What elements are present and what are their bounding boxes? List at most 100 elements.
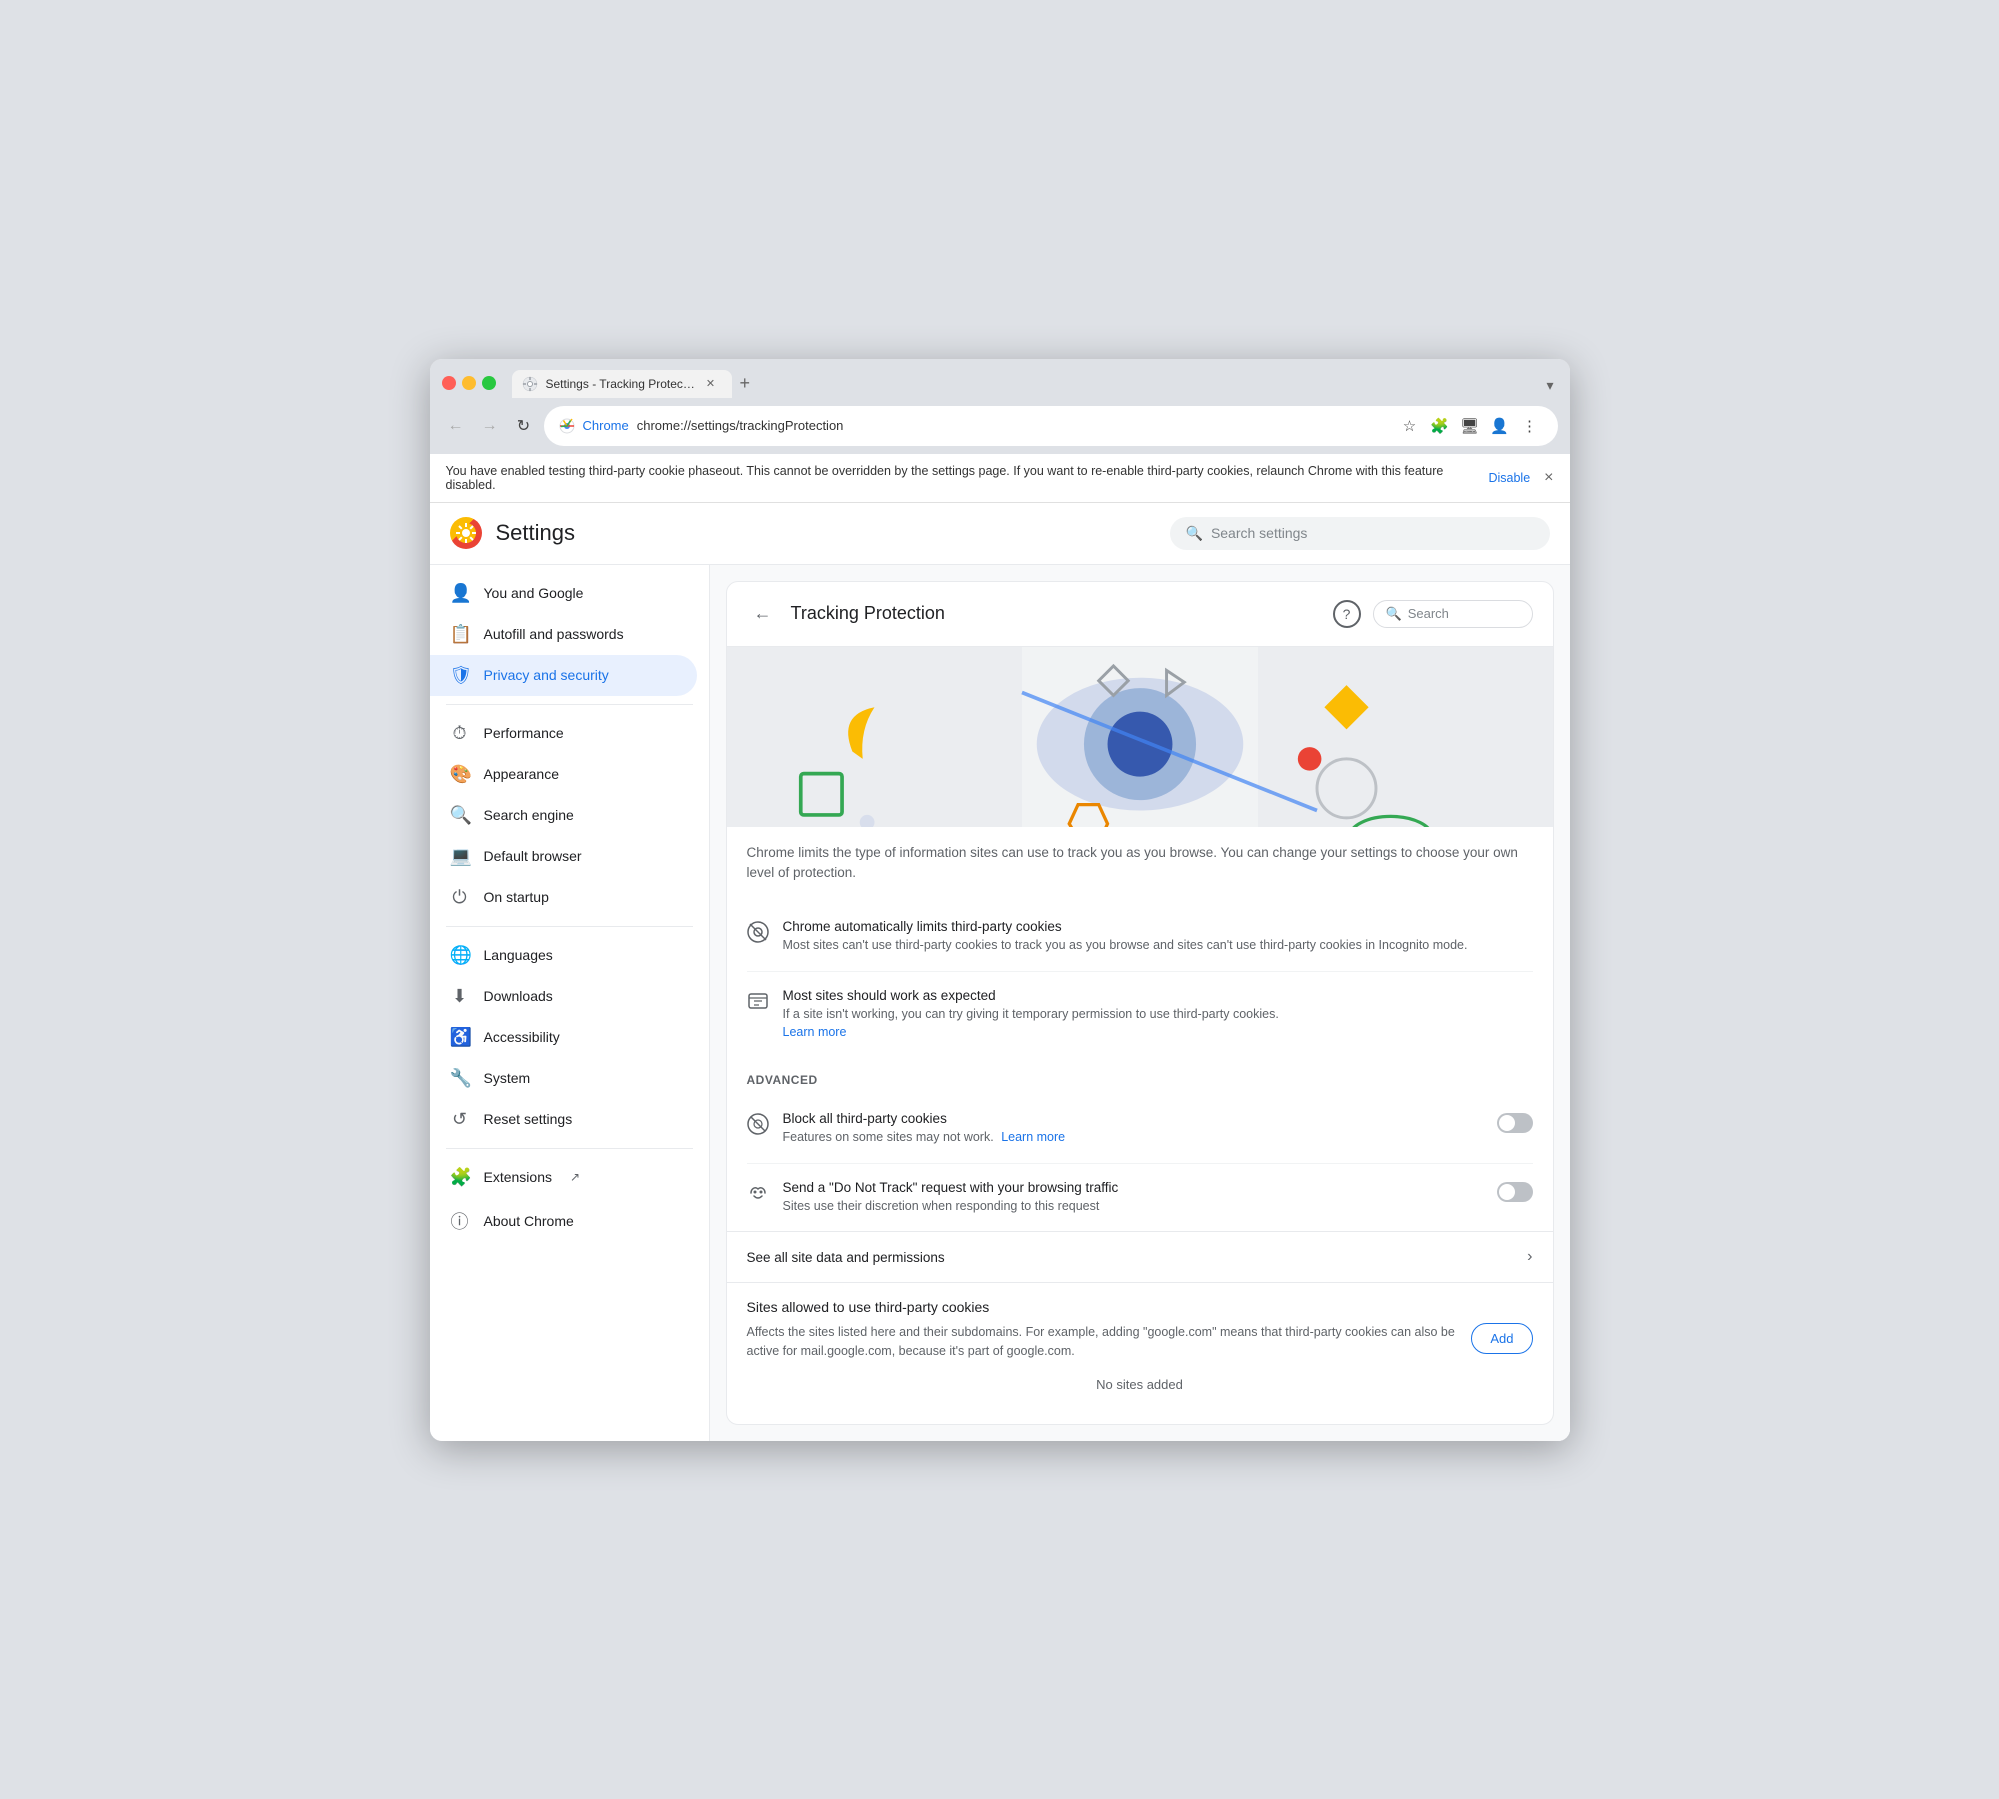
title-bar: Settings - Tracking Protectio ✕ + ▾ xyxy=(430,359,1570,398)
work-expected-desc: If a site isn't working, you can try giv… xyxy=(783,1006,1533,1024)
sidebar-item-default-browser[interactable]: 💻 Default browser xyxy=(430,836,697,877)
performance-icon: ⏱ xyxy=(450,723,470,744)
sidebar-item-appearance[interactable]: 🎨 Appearance xyxy=(430,754,697,795)
sidebar-item-extensions[interactable]: 🧩 Extensions ↗ xyxy=(430,1157,697,1198)
downloads-icon: ⬇ xyxy=(450,986,470,1007)
sidebar-label-reset-settings: Reset settings xyxy=(484,1111,573,1127)
settings-body: 👤 You and Google 📋 Autofill and password… xyxy=(430,565,1570,1441)
auto-limit-text: Chrome automatically limits third-party … xyxy=(783,919,1533,955)
search-engine-icon: 🔍 xyxy=(450,805,470,826)
dnt-item: Send a "Do Not Track" request with your … xyxy=(747,1164,1533,1232)
banner-disable-link[interactable]: Disable xyxy=(1488,471,1530,485)
sidebar-item-autofill[interactable]: 📋 Autofill and passwords xyxy=(430,614,697,655)
about-chrome-icon: ⓘ xyxy=(450,1208,470,1234)
sidebar-item-reset-settings[interactable]: ↺ Reset settings xyxy=(430,1099,697,1140)
maximize-button[interactable] xyxy=(482,376,496,390)
default-browser-icon: 💻 xyxy=(450,846,470,867)
extensions-puzzle-icon[interactable]: 🧩 xyxy=(1427,413,1453,439)
tab-close-button[interactable]: ✕ xyxy=(704,377,718,391)
sidebar-label-about-chrome: About Chrome xyxy=(484,1213,574,1229)
privacy-icon: 🛡 xyxy=(450,665,470,686)
banner-text: You have enabled testing third-party coo… xyxy=(446,464,1483,492)
add-site-button[interactable]: Add xyxy=(1471,1323,1532,1354)
address-icons: ☆ 🧩 🖥 👤 ⋮ xyxy=(1397,413,1543,439)
nav-bar: ← → ↻ Chrome chrome://settings/trackingP… xyxy=(430,398,1570,454)
tracking-description: Chrome limits the type of information si… xyxy=(747,843,1533,884)
work-expected-text: Most sites should work as expected If a … xyxy=(783,988,1533,1042)
settings-search-placeholder: Search settings xyxy=(1211,525,1308,541)
settings-page-title: Settings xyxy=(496,520,576,546)
content-title: Tracking Protection xyxy=(791,603,1321,624)
settings-logo-icon xyxy=(455,522,477,544)
site-data-label: See all site data and permissions xyxy=(747,1250,1528,1265)
menu-icon[interactable]: ⋮ xyxy=(1517,413,1543,439)
sidebar-item-you-and-google[interactable]: 👤 You and Google xyxy=(430,573,697,614)
sidebar-item-accessibility[interactable]: ♿ Accessibility xyxy=(430,1017,697,1058)
content-header: ← Tracking Protection ? 🔍 Search xyxy=(727,582,1553,647)
sites-title: Sites allowed to use third-party cookies xyxy=(747,1299,1533,1315)
dnt-toggle[interactable] xyxy=(1497,1182,1533,1202)
auto-limit-section: Chrome automatically limits third-party … xyxy=(727,903,1553,1057)
sites-section: Sites allowed to use third-party cookies… xyxy=(727,1282,1553,1424)
sidebar-item-privacy[interactable]: 🛡 Privacy and security xyxy=(430,655,697,696)
content-search-icon: 🔍 xyxy=(1386,606,1402,622)
minimize-button[interactable] xyxy=(462,376,476,390)
sidebar-label-autofill: Autofill and passwords xyxy=(484,626,624,642)
back-to-privacy-button[interactable]: ← xyxy=(747,598,779,630)
tracking-protection-illustration xyxy=(727,647,1553,827)
accessibility-icon: ♿ xyxy=(450,1027,470,1048)
sidebar: 👤 You and Google 📋 Autofill and password… xyxy=(430,565,710,1441)
sidebar-item-search-engine[interactable]: 🔍 Search engine xyxy=(430,795,697,836)
main-content: ← Tracking Protection ? 🔍 Search xyxy=(710,565,1570,1441)
info-banner: You have enabled testing third-party coo… xyxy=(430,454,1570,503)
bookmark-icon[interactable]: ☆ xyxy=(1397,413,1423,439)
site-data-row[interactable]: See all site data and permissions › xyxy=(727,1231,1553,1282)
new-tab-button[interactable]: + xyxy=(732,369,759,398)
forward-button[interactable]: → xyxy=(476,412,504,440)
sidebar-divider-1 xyxy=(446,704,693,705)
content-panel: ← Tracking Protection ? 🔍 Search xyxy=(726,581,1554,1425)
settings-header: Settings 🔍 Search settings xyxy=(430,503,1570,565)
you-and-google-icon: 👤 xyxy=(450,583,470,604)
tab-dropdown-button[interactable]: ▾ xyxy=(1542,373,1557,398)
sidebar-label-accessibility: Accessibility xyxy=(484,1029,560,1045)
sidebar-item-system[interactable]: 🔧 System xyxy=(430,1058,697,1099)
sidebar-label-privacy: Privacy and security xyxy=(484,667,609,683)
sidebar-label-default-browser: Default browser xyxy=(484,848,582,864)
auto-limit-item: Chrome automatically limits third-party … xyxy=(747,903,1533,972)
sidebar-item-downloads[interactable]: ⬇ Downloads xyxy=(430,976,697,1017)
autofill-icon: 📋 xyxy=(450,624,470,645)
content-search-bar[interactable]: 🔍 Search xyxy=(1373,600,1533,628)
section-description-area: Chrome limits the type of information si… xyxy=(727,827,1553,904)
settings-page: Settings 🔍 Search settings 👤 You and Goo… xyxy=(430,503,1570,1441)
help-icon[interactable]: ? xyxy=(1333,600,1361,628)
profile-icon[interactable]: 👤 xyxy=(1487,413,1513,439)
settings-search-bar[interactable]: 🔍 Search settings xyxy=(1170,517,1550,550)
sidebar-item-performance[interactable]: ⏱ Performance xyxy=(430,713,697,754)
block-all-learn-more-link[interactable]: Learn more xyxy=(1001,1130,1065,1144)
block-all-toggle[interactable] xyxy=(1497,1113,1533,1133)
learn-more-link-1[interactable]: Learn more xyxy=(783,1025,847,1039)
reload-button[interactable]: ↻ xyxy=(510,412,538,440)
media-icon[interactable]: 🖥 xyxy=(1457,413,1483,439)
system-icon: 🔧 xyxy=(450,1068,470,1089)
hero-illustration xyxy=(727,647,1553,827)
sidebar-item-languages[interactable]: 🌐 Languages xyxy=(430,935,697,976)
close-button[interactable] xyxy=(442,376,456,390)
address-bar[interactable]: Chrome chrome://settings/trackingProtect… xyxy=(544,406,1558,446)
back-button[interactable]: ← xyxy=(442,412,470,440)
sidebar-divider-2 xyxy=(446,926,693,927)
sidebar-label-on-startup: On startup xyxy=(484,889,549,905)
sites-desc: Affects the sites listed here and their … xyxy=(747,1323,1456,1361)
block-all-desc: Features on some sites may not work. Lea… xyxy=(783,1129,1483,1147)
sidebar-label-appearance: Appearance xyxy=(484,766,560,782)
chrome-label: Chrome xyxy=(583,418,629,433)
chrome-settings-tab-icon xyxy=(522,376,538,392)
active-tab[interactable]: Settings - Tracking Protectio ✕ xyxy=(512,370,732,398)
sidebar-item-about-chrome[interactable]: ⓘ About Chrome xyxy=(430,1198,697,1244)
banner-close-button[interactable]: × xyxy=(1544,469,1553,487)
work-expected-item: Most sites should work as expected If a … xyxy=(747,972,1533,1058)
sidebar-label-downloads: Downloads xyxy=(484,988,553,1004)
sidebar-item-on-startup[interactable]: ⏻ On startup xyxy=(430,877,697,918)
tab-bar: Settings - Tracking Protectio ✕ + ▾ xyxy=(512,369,1558,398)
